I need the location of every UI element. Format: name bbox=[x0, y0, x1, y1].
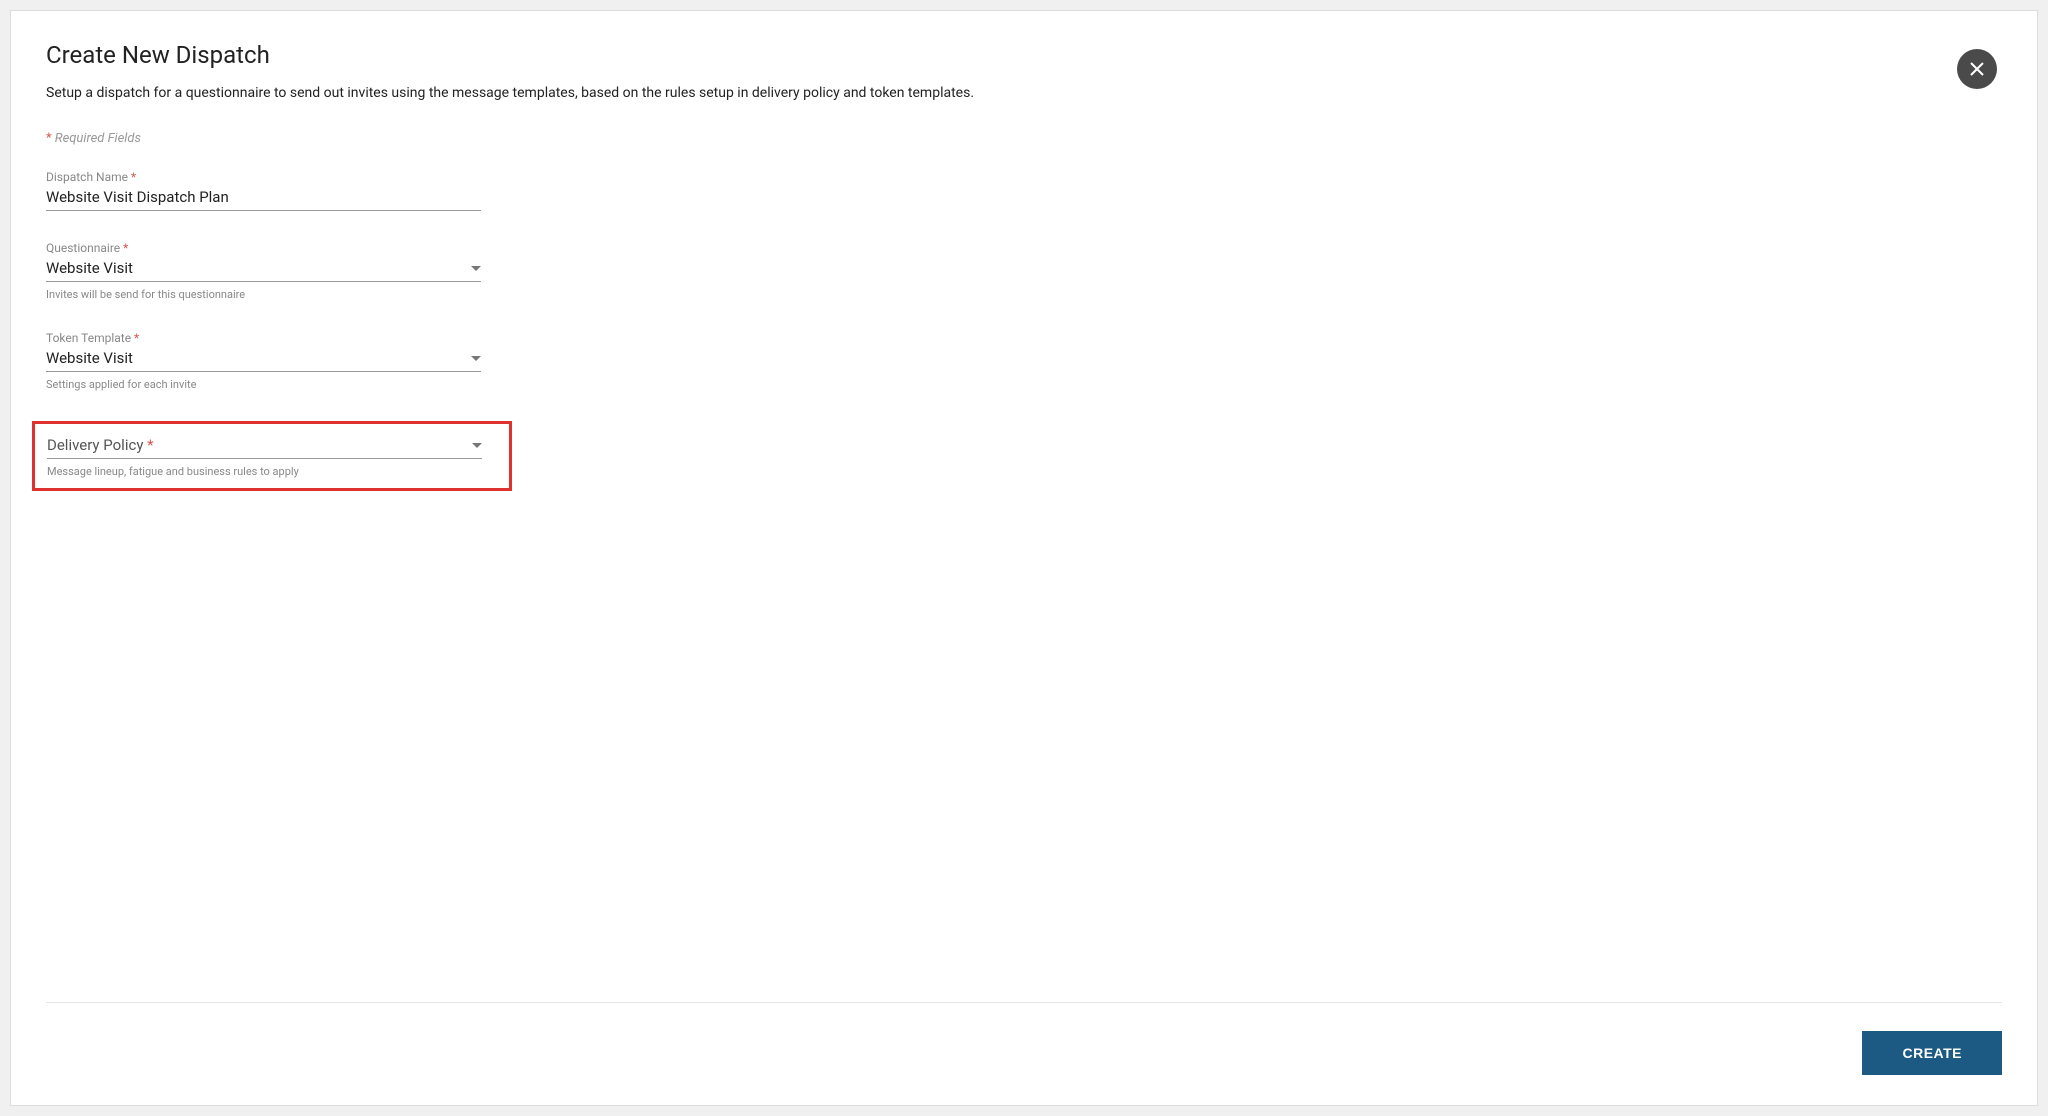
modal-subtitle: Setup a dispatch for a questionnaire to … bbox=[46, 85, 2002, 101]
dispatch-name-input-wrap bbox=[46, 186, 481, 211]
token-template-select[interactable]: Website Visit bbox=[46, 347, 481, 372]
questionnaire-value: Website Visit bbox=[46, 259, 463, 277]
required-fields-note: * Required Fields bbox=[46, 131, 2002, 146]
token-template-value: Website Visit bbox=[46, 349, 463, 367]
chevron-down-icon bbox=[471, 356, 481, 361]
dispatch-name-field: Dispatch Name * bbox=[46, 170, 481, 211]
token-template-hint: Settings applied for each invite bbox=[46, 378, 481, 391]
delivery-policy-label: Delivery Policy * bbox=[47, 436, 154, 454]
token-template-field: Token Template * Website Visit Settings … bbox=[46, 331, 481, 391]
close-icon bbox=[1969, 61, 1985, 77]
questionnaire-hint: Invites will be send for this questionna… bbox=[46, 288, 481, 301]
questionnaire-select[interactable]: Website Visit bbox=[46, 257, 481, 282]
required-asterisk-icon: * bbox=[147, 436, 153, 454]
dispatch-name-label: Dispatch Name * bbox=[46, 170, 481, 184]
modal-title: Create New Dispatch bbox=[46, 41, 2002, 69]
close-button[interactable] bbox=[1957, 49, 1997, 89]
questionnaire-field: Questionnaire * Website Visit Invites wi… bbox=[46, 241, 481, 301]
dispatch-name-input[interactable] bbox=[46, 188, 481, 206]
form-area: Dispatch Name * Questionnaire * Website … bbox=[46, 170, 2002, 1002]
create-button[interactable]: CREATE bbox=[1862, 1031, 2002, 1075]
required-asterisk-icon: * bbox=[131, 170, 136, 184]
chevron-down-icon bbox=[471, 266, 481, 271]
chevron-down-icon bbox=[472, 443, 482, 448]
questionnaire-label: Questionnaire * bbox=[46, 241, 481, 255]
required-asterisk-icon: * bbox=[134, 331, 139, 345]
token-template-label: Token Template * bbox=[46, 331, 481, 345]
delivery-policy-field: Delivery Policy * Message lineup, fatigu… bbox=[47, 434, 482, 478]
required-asterisk-icon: * bbox=[123, 241, 128, 255]
delivery-policy-select[interactable]: Delivery Policy * bbox=[47, 434, 482, 459]
required-fields-text: Required Fields bbox=[52, 131, 141, 146]
delivery-policy-hint: Message lineup, fatigue and business rul… bbox=[47, 465, 482, 478]
modal-footer: CREATE bbox=[46, 1002, 2002, 1075]
delivery-policy-highlight: Delivery Policy * Message lineup, fatigu… bbox=[32, 421, 512, 491]
create-dispatch-modal: Create New Dispatch Setup a dispatch for… bbox=[10, 10, 2038, 1106]
